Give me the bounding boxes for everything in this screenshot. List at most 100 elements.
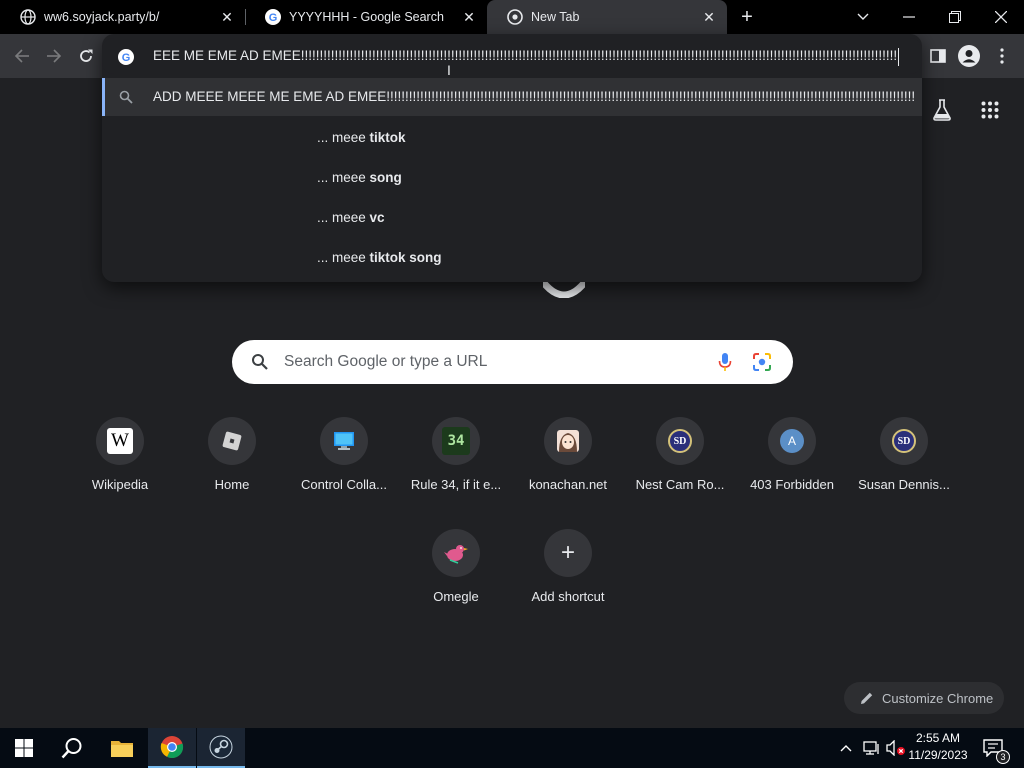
file-explorer-button[interactable] — [98, 728, 146, 768]
suggestion-completion: tiktok — [369, 130, 406, 145]
add-shortcut-button[interactable]: + Add shortcut — [512, 529, 624, 629]
suggestion-prefix: ... meee — [317, 170, 370, 185]
suggestion-text: ADD MEEE MEEE ME EME AD EMEE!!!!!!!!!!!!… — [153, 89, 915, 104]
suggestion-prefix: ... meee — [317, 210, 370, 225]
ntp-search-box[interactable]: Search Google or type a URL — [232, 340, 793, 384]
suggestion-prefix: ... meee — [317, 250, 370, 265]
taskbar-clock[interactable]: 2:55 AM 11/29/2023 — [906, 730, 970, 764]
suggestion-item[interactable]: ... meee tiktok — [317, 130, 406, 145]
back-button[interactable] — [10, 44, 34, 68]
tab-google-search[interactable]: G YYYYHHH - Google Search ✕ — [245, 0, 487, 34]
taskbar-steam-button[interactable] — [197, 728, 245, 768]
clock-date: 11/29/2023 — [908, 748, 968, 762]
volume-muted-button[interactable] — [884, 728, 908, 768]
apps-grid-icon[interactable] — [978, 98, 1002, 122]
tab-title: ww6.soyjack.party/b/ — [44, 10, 160, 24]
shortcut-control-collab[interactable]: Control Colla... — [288, 417, 400, 517]
i-beam-cursor-icon: I — [447, 62, 451, 78]
restore-button[interactable] — [932, 0, 978, 34]
pencil-icon — [861, 692, 873, 704]
omnibox-input[interactable]: EEE ME EME AD EMEE!!!!!!!!!!!!!!!!!!!!!!… — [153, 48, 899, 63]
new-tab-button[interactable]: + — [737, 7, 757, 27]
search-icon — [61, 738, 82, 759]
shortcut-rule34[interactable]: 34 Rule 34, if it e... — [400, 417, 512, 517]
notification-count-badge: 3 — [996, 750, 1010, 764]
arrow-left-icon — [14, 49, 29, 63]
shortcut-nest-cam[interactable]: SD Nest Cam Ro... — [624, 417, 736, 517]
search-icon — [252, 354, 268, 370]
tab-search-icon[interactable] — [840, 0, 886, 34]
google-icon: G — [118, 49, 134, 65]
google-lens-icon[interactable] — [752, 352, 772, 372]
omnibox-dropdown: G EEE ME EME AD EMEE!!!!!!!!!!!!!!!!!!!!… — [102, 34, 922, 282]
monitor-icon — [320, 417, 368, 465]
wikipedia-icon: W — [96, 417, 144, 465]
windows-icon — [15, 739, 33, 757]
start-button[interactable] — [0, 728, 48, 768]
search-icon — [119, 90, 133, 104]
network-icon — [863, 741, 879, 755]
roblox-icon — [208, 417, 256, 465]
shortcut-susan-dennis[interactable]: SD Susan Dennis... — [848, 417, 960, 517]
tab-title: New Tab — [531, 10, 580, 24]
plus-icon: + — [544, 529, 592, 577]
shortcut-wikipedia[interactable]: W Wikipedia — [64, 417, 176, 517]
shortcut-home[interactable]: Home — [176, 417, 288, 517]
omnibox[interactable]: G EEE ME EME AD EMEE!!!!!!!!!!!!!!!!!!!!… — [102, 38, 922, 78]
close-tab-icon[interactable]: ✕ — [701, 9, 717, 25]
taskbar-chrome-button[interactable] — [148, 728, 196, 768]
sd-logo-icon: SD — [656, 417, 704, 465]
side-panel-icon[interactable] — [926, 44, 950, 68]
tab-soyjack[interactable]: ww6.soyjack.party/b/ ✕ — [0, 0, 245, 34]
customize-chrome-label: Customize Chrome — [882, 690, 994, 706]
person-icon — [958, 45, 980, 67]
microphone-icon[interactable] — [718, 352, 732, 372]
network-status-button[interactable] — [860, 728, 884, 768]
speaker-muted-icon — [886, 740, 905, 756]
konachan-icon — [544, 417, 592, 465]
customize-chrome-button[interactable]: Customize Chrome — [844, 682, 1004, 714]
show-hidden-icons-button[interactable] — [836, 728, 856, 768]
steam-icon — [209, 735, 233, 759]
menu-kebab-icon[interactable] — [990, 44, 1014, 68]
text-caret — [898, 48, 899, 66]
tab-new-tab[interactable]: New Tab ✕ — [487, 0, 727, 34]
forward-button[interactable] — [42, 44, 66, 68]
labs-flask-icon[interactable] — [930, 98, 954, 122]
shortcut-label: Susan Dennis... — [858, 477, 950, 492]
shortcut-label: Rule 34, if it e... — [410, 477, 502, 492]
shortcut-403-forbidden[interactable]: A 403 Forbidden — [736, 417, 848, 517]
shortcut-label: Control Colla... — [301, 477, 387, 492]
shortcut-label: Nest Cam Ro... — [635, 477, 725, 492]
close-tab-icon[interactable]: ✕ — [219, 9, 235, 25]
suggestion-item[interactable]: ... meee vc — [317, 210, 385, 225]
suggestion-item[interactable]: ... meee song — [317, 170, 402, 185]
suggestion-completion: vc — [369, 210, 385, 225]
clock-time: 2:55 AM — [915, 731, 961, 745]
globe-icon — [20, 9, 36, 25]
shortcut-label: konachan.net — [528, 477, 608, 492]
suggestion-item[interactable]: ... meee tiktok song — [317, 250, 442, 265]
shortcut-konachan[interactable]: konachan.net — [512, 417, 624, 517]
shortcut-label: Omegle — [433, 589, 479, 604]
shortcut-label: Add shortcut — [531, 589, 605, 604]
taskbar-search-button[interactable] — [48, 728, 96, 768]
tab-title: YYYYHHH - Google Search — [289, 10, 444, 24]
suggestion-item[interactable]: ADD MEEE MEEE ME EME AD EMEE!!!!!!!!!!!!… — [102, 78, 922, 116]
omegle-bird-icon — [432, 529, 480, 577]
profile-avatar[interactable] — [957, 44, 981, 68]
minimize-button[interactable] — [886, 0, 932, 34]
shortcut-omegle[interactable]: Omegle — [400, 529, 512, 629]
reload-button[interactable] — [74, 44, 98, 68]
shortcut-label: Home — [214, 477, 250, 492]
close-window-button[interactable] — [978, 0, 1024, 34]
reload-icon — [80, 49, 93, 62]
chevron-up-icon — [840, 745, 852, 752]
close-tab-icon[interactable]: ✕ — [461, 9, 477, 25]
chrome-icon — [160, 736, 184, 759]
svg-text:G: G — [269, 12, 278, 24]
letter-a-icon: A — [768, 417, 816, 465]
sd-logo-icon: SD — [880, 417, 928, 465]
suggestion-completion: tiktok song — [369, 250, 442, 265]
folder-icon — [111, 741, 133, 757]
